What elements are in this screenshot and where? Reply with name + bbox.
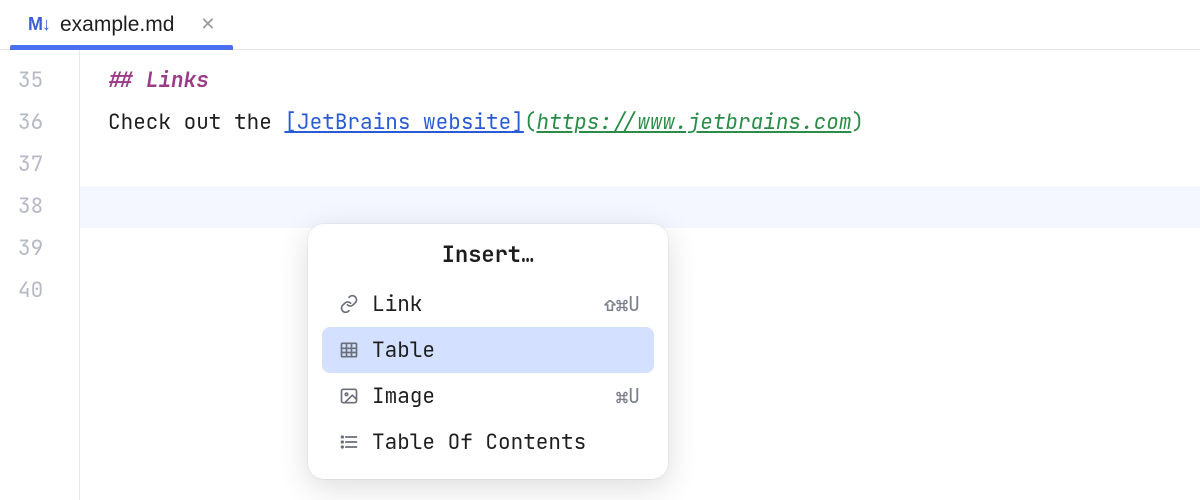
list-icon xyxy=(336,432,362,452)
line-number: 37 xyxy=(0,144,79,186)
markdown-text: Check out the xyxy=(108,109,284,136)
editor-tab[interactable]: M↓ example.md ✕ xyxy=(10,0,233,49)
tab-filename: example.md xyxy=(60,13,174,37)
markdown-link-bracket: ] xyxy=(511,109,524,136)
popup-item-link[interactable]: Link ⇧⌘U xyxy=(322,281,654,327)
line-number: 39 xyxy=(0,228,79,270)
tab-bar: M↓ example.md ✕ xyxy=(0,0,1200,50)
popup-item-image[interactable]: Image ⌘U xyxy=(322,373,654,419)
code-line[interactable]: Check out the [JetBrains website](https:… xyxy=(80,102,1200,144)
popup-item-shortcut: ⇧⌘U xyxy=(604,291,640,317)
close-tab-icon[interactable]: ✕ xyxy=(200,14,215,35)
popup-item-toc[interactable]: Table Of Contents xyxy=(322,419,654,465)
code-line-current[interactable] xyxy=(80,186,1200,228)
insert-popup: Insert… Link ⇧⌘U Table Image xyxy=(308,224,668,479)
markdown-heading-text: Links xyxy=(146,67,209,94)
code-line[interactable] xyxy=(80,144,1200,186)
line-number: 38 xyxy=(0,186,79,228)
markdown-file-icon: M↓ xyxy=(28,14,50,35)
popup-item-label: Link xyxy=(372,291,604,318)
popup-item-label: Table xyxy=(372,337,640,364)
line-number-gutter: 35 36 37 38 39 40 xyxy=(0,50,80,500)
markdown-link-bracket: [ xyxy=(284,109,297,136)
editor: 35 36 37 38 39 40 ## Links Check out the… xyxy=(0,50,1200,500)
table-icon xyxy=(336,340,362,360)
line-number: 36 xyxy=(0,102,79,144)
link-icon xyxy=(336,294,362,314)
popup-item-shortcut: ⌘U xyxy=(616,383,640,409)
line-number: 35 xyxy=(0,60,79,102)
image-icon xyxy=(336,386,362,406)
code-area[interactable]: ## Links Check out the [JetBrains websit… xyxy=(80,50,1200,500)
popup-item-table[interactable]: Table xyxy=(322,327,654,373)
line-number: 40 xyxy=(0,270,79,312)
markdown-paren: ) xyxy=(851,109,864,136)
code-line[interactable]: ## Links xyxy=(80,60,1200,102)
popup-title: Insert… xyxy=(322,240,654,269)
popup-item-label: Image xyxy=(372,383,616,410)
markdown-heading-marker: ## xyxy=(108,67,133,94)
popup-item-label: Table Of Contents xyxy=(372,429,640,456)
markdown-paren: ( xyxy=(524,109,537,136)
markdown-url: https://www.jetbrains.com xyxy=(536,109,851,136)
markdown-link-text: JetBrains website xyxy=(297,109,511,136)
